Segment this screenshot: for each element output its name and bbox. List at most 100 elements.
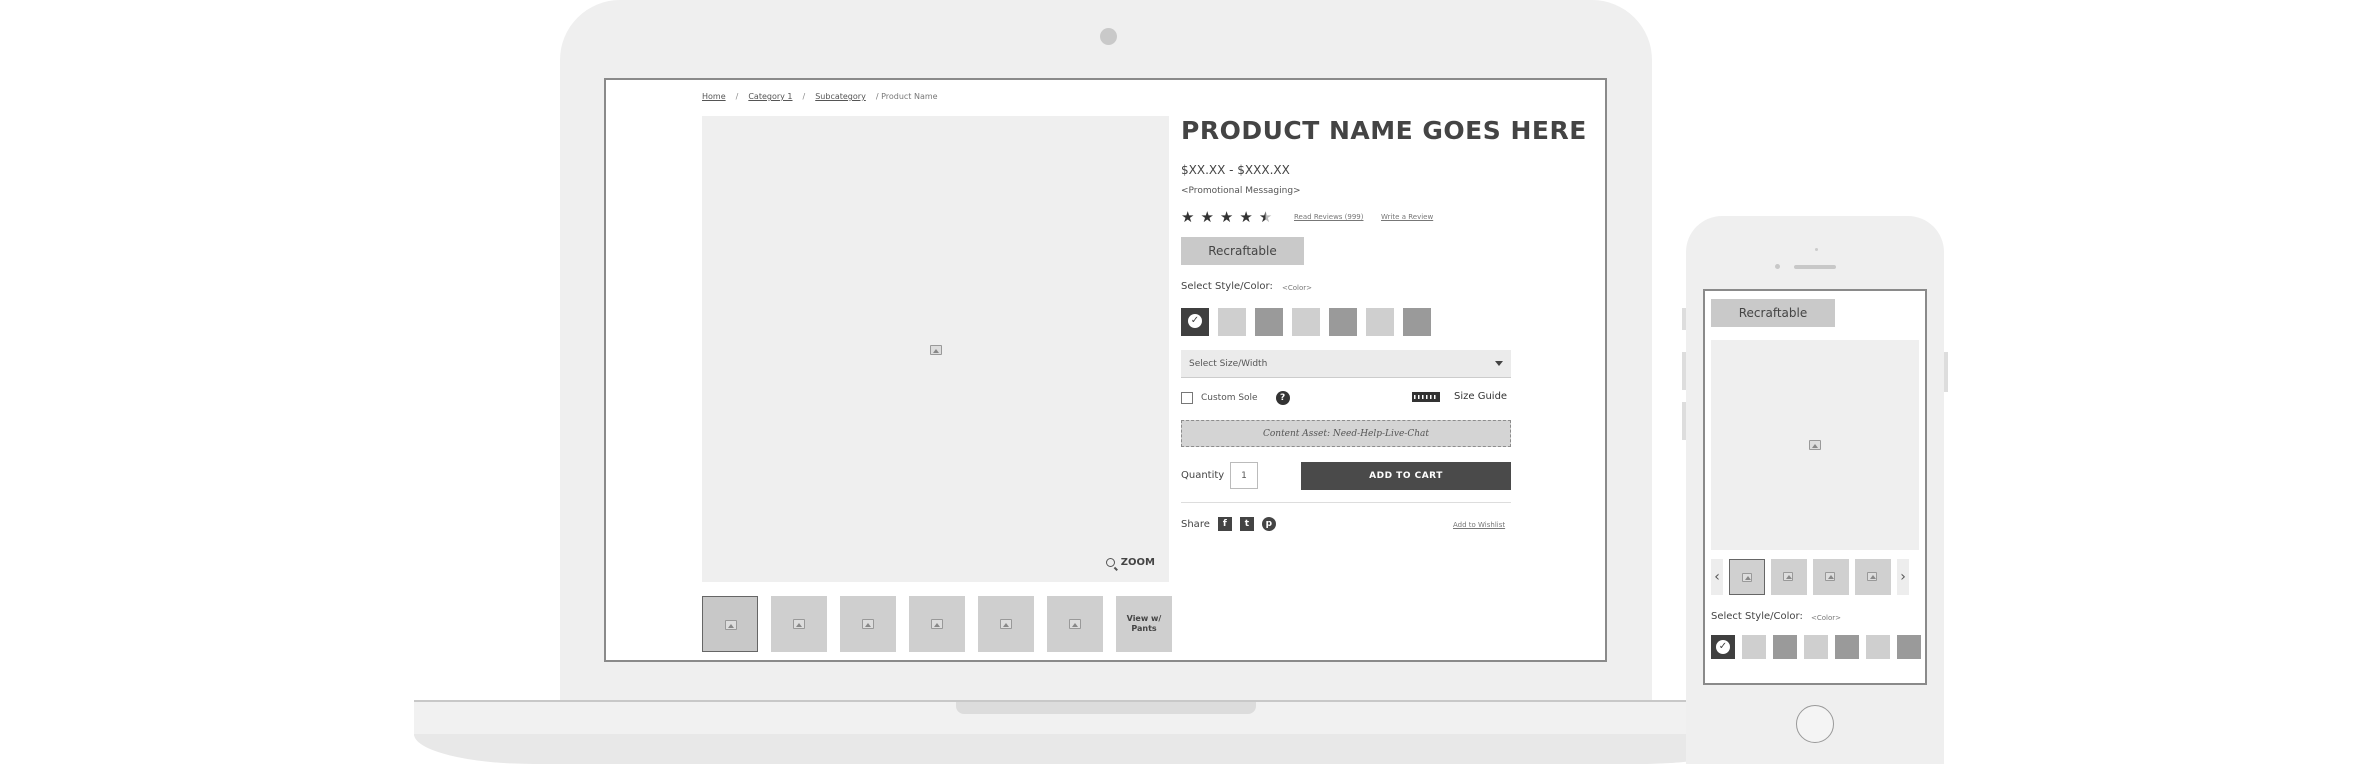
twitter-icon[interactable]: t bbox=[1239, 517, 1254, 531]
image-placeholder-icon bbox=[930, 345, 942, 355]
chevron-right-icon[interactable]: › bbox=[1897, 559, 1909, 595]
custom-sole-label: Custom Sole bbox=[1201, 393, 1258, 403]
color-swatch[interactable] bbox=[1329, 308, 1357, 336]
custom-sole-checkbox[interactable] bbox=[1181, 392, 1193, 404]
color-swatch[interactable] bbox=[1218, 308, 1246, 336]
color-swatch[interactable] bbox=[1255, 308, 1283, 336]
image-placeholder-icon bbox=[1000, 619, 1012, 629]
ruler-icon bbox=[1412, 391, 1440, 402]
thumbnail[interactable] bbox=[840, 596, 896, 652]
selected-color-name: <Color> bbox=[1282, 284, 1313, 292]
chevron-left-icon[interactable]: ‹ bbox=[1711, 559, 1723, 595]
quantity-input[interactable]: 1 bbox=[1230, 462, 1258, 489]
style-color-label: Select Style/Color: bbox=[1181, 281, 1273, 292]
help-icon[interactable]: ? bbox=[1275, 391, 1290, 405]
zoom-button[interactable]: ZOOM bbox=[1105, 557, 1155, 568]
star-icon: ★ bbox=[1219, 208, 1234, 226]
phone-mute-switch bbox=[1682, 308, 1686, 330]
star-rating: ★ ★ ★ ★ ★ bbox=[1181, 208, 1272, 226]
read-reviews-link[interactable]: Read Reviews (999) bbox=[1294, 213, 1363, 221]
color-swatch[interactable] bbox=[1292, 308, 1320, 336]
color-swatch[interactable] bbox=[1866, 635, 1890, 659]
color-swatches bbox=[1181, 308, 1431, 336]
view-with-pants-thumbnail[interactable]: View w/ Pants bbox=[1116, 596, 1172, 652]
thumbnail[interactable] bbox=[978, 596, 1034, 652]
thumbnail[interactable] bbox=[1855, 559, 1891, 595]
size-guide-label: Size Guide bbox=[1454, 391, 1508, 402]
star-icon: ★ bbox=[1200, 208, 1214, 226]
recraftable-badge: Recraftable bbox=[1181, 237, 1304, 265]
phone-volume-up bbox=[1682, 352, 1686, 390]
add-to-wishlist-link[interactable]: Add to Wishlist bbox=[1453, 521, 1505, 529]
color-swatch[interactable] bbox=[1366, 308, 1394, 336]
zoom-label: ZOOM bbox=[1120, 557, 1155, 568]
thumbnail[interactable] bbox=[1813, 559, 1849, 595]
phone-home-button bbox=[1796, 705, 1834, 743]
star-icon: ★ bbox=[1181, 208, 1195, 226]
thumbnail[interactable] bbox=[1047, 596, 1103, 652]
chevron-down-icon bbox=[1495, 361, 1503, 366]
thumbnail[interactable] bbox=[1729, 559, 1765, 595]
color-swatch-selected[interactable] bbox=[1711, 635, 1735, 659]
phone-sensor bbox=[1815, 248, 1818, 251]
size-guide-link[interactable]: Size Guide bbox=[1412, 391, 1507, 402]
laptop-screen: Home / Category 1 / Subcategory / Produc… bbox=[604, 78, 1607, 662]
breadcrumb-category[interactable]: Category 1 bbox=[748, 92, 792, 101]
breadcrumb-separator: / bbox=[735, 92, 739, 101]
breadcrumb-subcategory[interactable]: Subcategory bbox=[815, 92, 866, 101]
phone-camera bbox=[1775, 264, 1780, 269]
phone-volume-down bbox=[1682, 402, 1686, 440]
add-to-cart-button[interactable]: ADD TO CART bbox=[1301, 462, 1511, 490]
image-placeholder-icon bbox=[1825, 572, 1835, 581]
facebook-icon[interactable]: f bbox=[1217, 517, 1232, 531]
thumbnail[interactable] bbox=[909, 596, 965, 652]
image-placeholder-icon bbox=[1783, 572, 1793, 581]
image-placeholder-icon bbox=[1809, 440, 1821, 450]
image-placeholder-icon bbox=[931, 619, 943, 629]
breadcrumb-separator: / bbox=[802, 92, 806, 101]
image-placeholder-icon bbox=[1069, 619, 1081, 629]
color-swatch[interactable] bbox=[1897, 635, 1921, 659]
size-width-select[interactable]: Select Size/Width bbox=[1181, 350, 1511, 378]
main-product-image[interactable]: ZOOM bbox=[702, 116, 1169, 582]
pinterest-icon[interactable]: p bbox=[1261, 517, 1276, 531]
phone-screen: Recraftable ‹ › Select Style/Color: <Col… bbox=[1703, 289, 1927, 685]
laptop-base-bottom bbox=[414, 734, 1760, 764]
breadcrumb: Home / Category 1 / Subcategory / Produc… bbox=[702, 92, 938, 101]
promotional-message: <Promotional Messaging> bbox=[1181, 186, 1301, 196]
product-price: $XX.XX - $XXX.XX bbox=[1181, 163, 1290, 177]
phone-speaker bbox=[1794, 265, 1836, 269]
half-star-icon: ★ bbox=[1258, 208, 1273, 226]
divider bbox=[1181, 502, 1511, 503]
breadcrumb-current-label: Product Name bbox=[881, 92, 938, 101]
color-swatches-mobile bbox=[1711, 635, 1921, 659]
image-placeholder-icon bbox=[725, 620, 737, 630]
share-row: Share f t p bbox=[1181, 517, 1276, 531]
color-swatch[interactable] bbox=[1403, 308, 1431, 336]
quantity-label: Quantity bbox=[1181, 470, 1225, 481]
custom-sole-option: Custom Sole ? bbox=[1181, 391, 1290, 405]
thumbnail-carousel-mobile: ‹ › bbox=[1711, 559, 1909, 595]
breadcrumb-home[interactable]: Home bbox=[702, 92, 726, 101]
size-select-placeholder: Select Size/Width bbox=[1189, 358, 1268, 369]
write-review-link[interactable]: Write a Review bbox=[1381, 213, 1433, 221]
breadcrumb-current: / Product Name bbox=[876, 92, 938, 101]
main-product-image-mobile[interactable] bbox=[1711, 340, 1919, 550]
recraftable-badge-mobile: Recraftable bbox=[1711, 299, 1835, 327]
color-swatch[interactable] bbox=[1835, 635, 1859, 659]
color-swatch[interactable] bbox=[1742, 635, 1766, 659]
star-icon: ★ bbox=[1239, 208, 1253, 226]
thumbnail[interactable] bbox=[1771, 559, 1807, 595]
selected-color-name-mobile: <Color> bbox=[1811, 614, 1842, 622]
thumbnail[interactable] bbox=[771, 596, 827, 652]
share-label: Share bbox=[1181, 518, 1210, 530]
magnifier-icon bbox=[1105, 558, 1115, 567]
color-swatch-selected[interactable] bbox=[1181, 308, 1209, 336]
image-placeholder-icon bbox=[862, 619, 874, 629]
color-swatch[interactable] bbox=[1804, 635, 1828, 659]
color-swatch[interactable] bbox=[1773, 635, 1797, 659]
webcam bbox=[1100, 28, 1117, 45]
live-chat-content-asset: Content Asset: Need-Help-Live-Chat bbox=[1181, 420, 1511, 447]
thumbnail[interactable] bbox=[702, 596, 758, 652]
image-placeholder-icon bbox=[1867, 572, 1877, 581]
